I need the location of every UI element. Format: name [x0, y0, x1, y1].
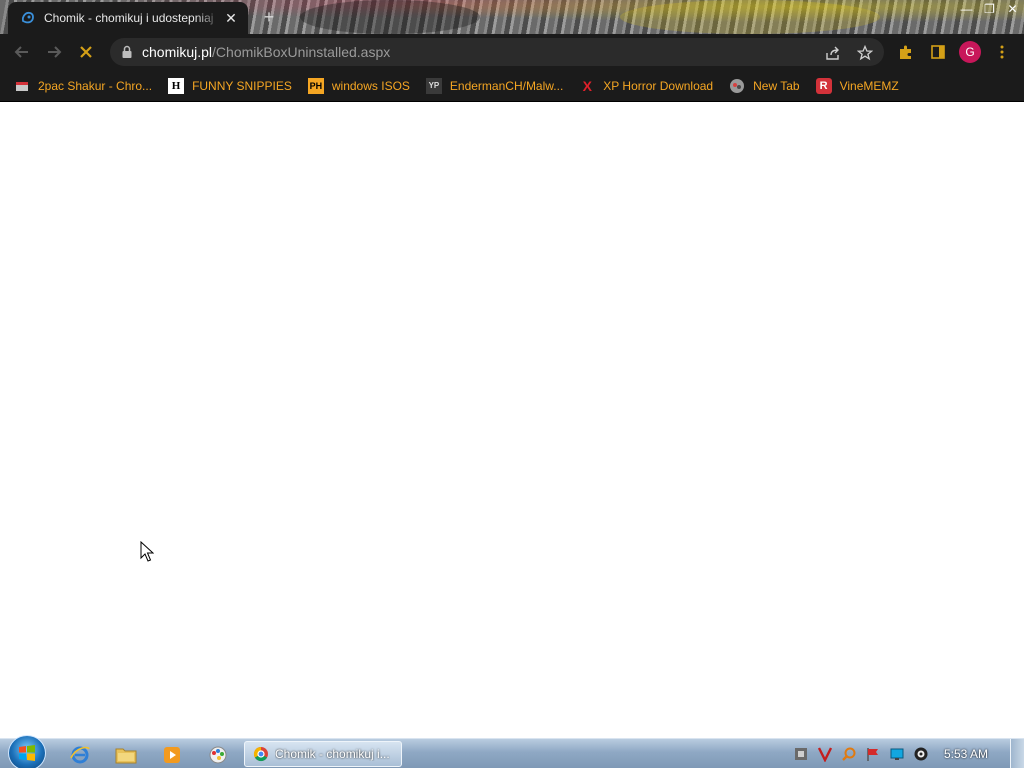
media-player-icon[interactable] — [154, 743, 190, 767]
tray-v-icon[interactable] — [816, 745, 834, 763]
back-arrow-icon — [14, 46, 28, 58]
internet-explorer-icon[interactable] — [62, 743, 98, 767]
bookmark-endermanch[interactable]: YP EndermanCH/Malw... — [425, 74, 564, 98]
volume-icon[interactable] — [912, 745, 930, 763]
address-bar[interactable]: chomikuj.pl /ChomikBoxUninstalled.aspx — [110, 38, 884, 66]
tab-chomikuj[interactable]: Chomik - chomikuj i udostepniaj ✕ — [8, 2, 248, 34]
2pac-favicon-icon — [14, 78, 30, 94]
stop-loading-button[interactable] — [72, 38, 100, 66]
tab-close-icon[interactable]: ✕ — [222, 9, 240, 27]
h-favicon-icon: H — [168, 77, 185, 94]
x-favicon-icon: X — [582, 77, 592, 94]
mouse-cursor-icon — [140, 540, 155, 568]
bookmark-label: windows ISOS — [331, 78, 410, 93]
chomikuj-favicon-icon — [20, 10, 36, 26]
bookmarks-bar: 2pac Shakur - Chro... H FUNNY SNIPPIES P… — [0, 70, 1024, 102]
restore-button[interactable]: ❐ — [978, 0, 1001, 18]
action-center-flag-icon[interactable] — [864, 745, 882, 763]
puzzle-icon — [900, 45, 911, 59]
bookmark-new-tab[interactable]: New Tab — [729, 74, 800, 98]
tray-search-icon[interactable] — [840, 745, 858, 763]
stop-x-icon — [80, 46, 92, 58]
bookmark-label: VineMEMZ — [839, 78, 899, 93]
chrome-icon — [253, 746, 268, 762]
bookmark-2pac[interactable]: 2pac Shakur - Chro... — [14, 74, 152, 98]
forward-button[interactable] — [40, 38, 68, 66]
taskbar-window-label: Chomik - chomikuj i... — [275, 747, 390, 761]
bookmark-star-icon[interactable] — [856, 44, 874, 62]
bookmark-label: New Tab — [753, 78, 800, 93]
side-panel-button[interactable] — [924, 38, 952, 66]
bookmark-label: 2pac Shakur - Chro... — [38, 78, 153, 93]
background-art — [300, 0, 480, 34]
share-icon[interactable] — [824, 44, 842, 62]
yp-favicon-icon: YP — [425, 77, 442, 94]
taskbar: Chomik - chomikuj i... 5:53 AM — [0, 735, 1024, 768]
show-desktop-button[interactable] — [1010, 739, 1024, 768]
profile-avatar[interactable]: G — [959, 41, 981, 63]
forward-arrow-icon — [48, 46, 62, 58]
page-content — [0, 103, 1024, 738]
window-controls: — ❐ ✕ — [955, 0, 1024, 18]
tray-app-icon[interactable] — [792, 745, 810, 763]
bookmark-vinememz[interactable]: R VineMEMZ — [815, 74, 899, 98]
side-panel-icon — [931, 45, 945, 59]
explorer-folder-icon[interactable] — [108, 743, 144, 767]
ph-favicon-icon: PH — [307, 77, 324, 94]
network-monitor-icon[interactable] — [888, 745, 906, 763]
paint-icon[interactable] — [200, 743, 236, 767]
tab-title: Chomik - chomikuj i udostepniaj — [44, 11, 214, 25]
title-bar: Chomik - chomikuj i udostepniaj ✕ + — ❐ … — [0, 0, 1024, 34]
extensions-button[interactable] — [892, 38, 920, 66]
windows-logo-icon — [19, 745, 35, 761]
r-favicon-icon: R — [815, 77, 832, 94]
bookmark-label: XP Horror Download — [603, 78, 714, 93]
taskbar-chrome-window[interactable]: Chomik - chomikuj i... — [244, 741, 402, 767]
bookmark-label: FUNNY SNIPPIES — [192, 78, 292, 93]
bookmark-windows-isos[interactable]: PH windows ISOS — [307, 74, 410, 98]
url-domain: chomikuj.pl — [142, 44, 213, 60]
menu-button[interactable] — [988, 38, 1016, 66]
clock[interactable]: 5:53 AM — [944, 747, 988, 761]
minimize-button[interactable]: — — [955, 0, 978, 18]
back-button[interactable] — [8, 38, 36, 66]
system-tray — [792, 745, 936, 763]
url-path: /ChomikBoxUninstalled.aspx — [212, 44, 391, 60]
browser-toolbar: chomikuj.pl /ChomikBoxUninstalled.aspx G — [0, 34, 1024, 70]
bookmark-label: EndermanCH/Malw... — [449, 78, 564, 93]
bookmark-xp-horror[interactable]: X XP Horror Download — [579, 74, 714, 98]
close-window-button[interactable]: ✕ — [1001, 0, 1024, 18]
lock-icon[interactable] — [120, 45, 134, 59]
bookmark-funny-snippies[interactable]: H FUNNY SNIPPIES — [168, 74, 292, 98]
new-tab-button[interactable]: + — [258, 6, 280, 28]
background-art-highlight — [620, 0, 880, 34]
kebab-menu-icon — [1000, 45, 1004, 59]
start-button[interactable] — [8, 735, 46, 768]
newtab-favicon-icon — [729, 78, 745, 94]
